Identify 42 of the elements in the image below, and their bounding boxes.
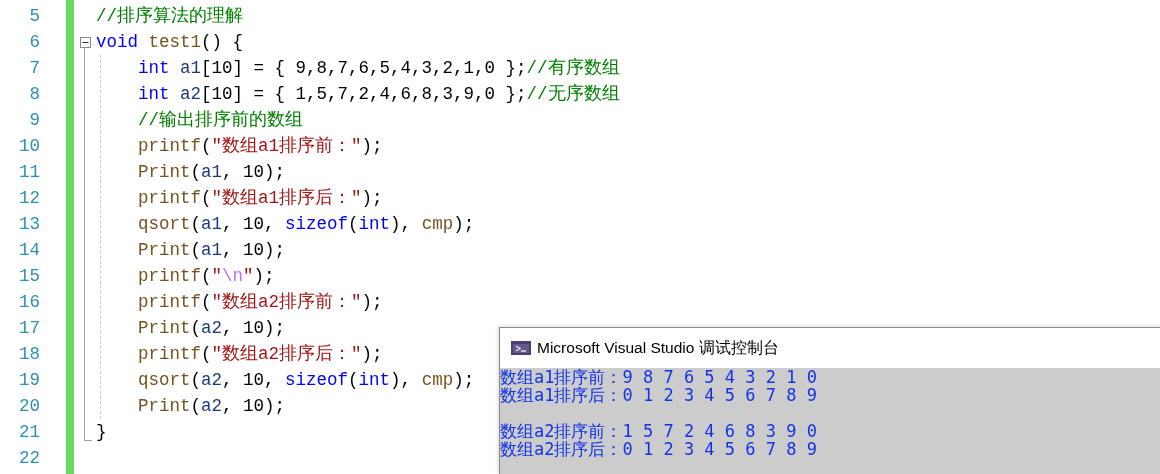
line-number: 12 [18,187,40,210]
code-line: Print(a1, 10); [138,239,286,261]
line-number: 17 [18,317,40,340]
line-number: 16 [18,291,40,314]
line-number: 20 [18,395,40,418]
code-line: printf("数组a2排序前："); [138,291,383,313]
code-line: Print(a2, 10); [138,317,286,339]
console-output: 数组a2排序后：0 1 2 3 4 5 6 7 8 9 [500,440,818,458]
console-output: 数组a1排序前：9 8 7 6 5 4 3 2 1 0 [500,368,818,386]
line-number: 5 [28,5,40,28]
code-line: Print(a2, 10); [138,395,286,417]
line-number: 9 [28,109,40,132]
line-number: 10 [18,135,40,158]
line-number: 7 [28,57,40,80]
code-line: void test1() { [96,31,244,53]
line-number: 15 [18,265,40,288]
line-number: 14 [18,239,40,262]
code-line: printf("数组a1排序后："); [138,187,383,209]
line-number: 6 [28,31,40,54]
code-line: //输出排序前的数组 [138,109,303,131]
line-number: 19 [18,369,40,392]
console-output: 数组a1排序后：0 1 2 3 4 5 6 7 8 9 [500,386,818,404]
code-line: qsort(a1, 10, sizeof(int), cmp); [138,213,475,235]
code-line: Print(a1, 10); [138,161,286,183]
line-number: 8 [28,83,40,106]
line-number: 13 [18,213,40,236]
code-line: printf("数组a1排序前："); [138,135,383,157]
line-number: 21 [18,421,40,444]
line-number: 18 [18,343,40,366]
code-line: printf("\n"); [138,265,275,287]
code-line: qsort(a2, 10, sizeof(int), cmp); [138,369,475,391]
window-title: Microsoft Visual Studio 调试控制台 [537,337,779,358]
line-number: 22 [18,447,40,470]
code-line: //排序算法的理解 [96,5,243,27]
code-line: } [96,421,107,443]
code-line: int a1[10] = { 9,8,7,6,5,4,3,2,1,0 };//有序数组 [138,57,620,79]
collapse-icon[interactable] [79,36,91,48]
line-number: 11 [18,161,40,184]
console-icon [511,341,531,355]
code-line: printf("数组a2排序后："); [138,343,383,365]
console-output: 数组a2排序前：1 5 7 2 4 6 8 3 9 0 [500,422,818,440]
code-line: int a2[10] = { 1,5,7,2,4,6,8,3,9,0 };//无序数组 [138,83,620,105]
